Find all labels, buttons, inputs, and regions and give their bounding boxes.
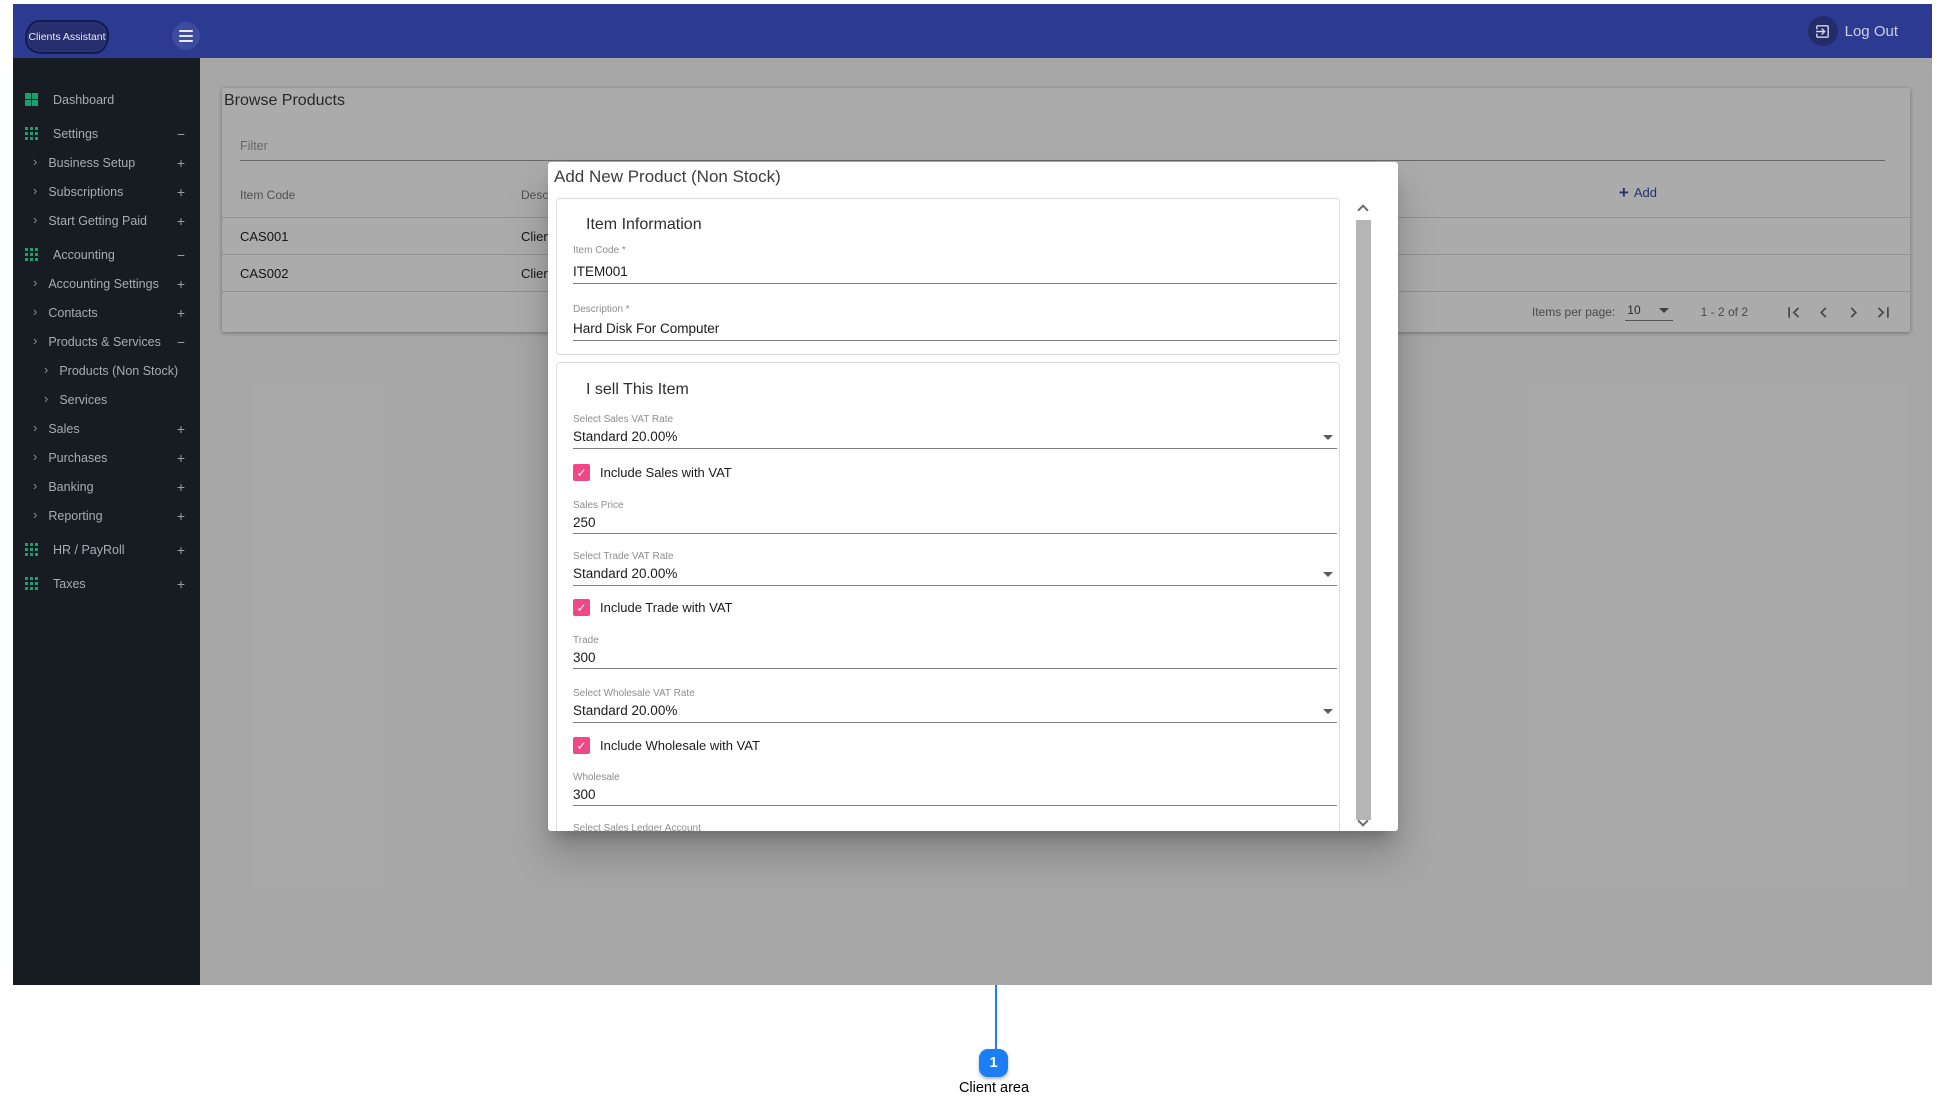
app-logo: Clients Assistant: [25, 20, 109, 54]
sidebar-item-contacts[interactable]: › Contacts +: [13, 298, 200, 327]
expand-icon[interactable]: +: [177, 577, 185, 591]
expand-icon[interactable]: +: [177, 156, 185, 170]
annotation-marker-1: 1: [979, 1049, 1008, 1077]
sidebar-nav: Dashboard Settings − › Business Setup + …: [13, 58, 200, 985]
logout-button[interactable]: Log Out: [1808, 16, 1898, 46]
scrollbar-thumb[interactable]: [1356, 220, 1371, 820]
expand-icon[interactable]: +: [177, 185, 185, 199]
caret-down-icon: [1323, 435, 1333, 440]
sidebar-item-business-setup[interactable]: › Business Setup +: [13, 148, 200, 177]
logout-label: Log Out: [1845, 23, 1898, 40]
expand-icon[interactable]: +: [177, 306, 185, 320]
collapse-icon[interactable]: −: [177, 127, 185, 141]
sales-ledger-account-label: Select Sales Ledger Account: [573, 823, 701, 831]
dashboard-icon: [25, 93, 38, 106]
sidebar-item-products-services[interactable]: › Products & Services −: [13, 327, 200, 356]
sidebar-item-sales[interactable]: › Sales +: [13, 414, 200, 443]
sidebar-item-accounting-settings[interactable]: › Accounting Settings +: [13, 269, 200, 298]
settings-grid-icon: [25, 127, 38, 140]
taxes-grid-icon: [25, 577, 38, 590]
sidebar-item-products-non-stock[interactable]: › Products (Non Stock): [13, 356, 200, 385]
expand-icon[interactable]: +: [177, 214, 185, 228]
i-sell-this-item-section: I sell This Item Select Sales VAT Rate S…: [556, 362, 1340, 831]
wholesale-vat-rate-select[interactable]: Standard 20.00%: [573, 703, 677, 718]
chevron-right-icon: ›: [44, 363, 48, 376]
sidebar-item-banking[interactable]: › Banking +: [13, 472, 200, 501]
chevron-right-icon: ›: [33, 479, 37, 492]
chevron-right-icon: ›: [44, 392, 48, 405]
sidebar-item-start-getting-paid[interactable]: › Start Getting Paid +: [13, 206, 200, 235]
sidebar-item-accounting[interactable]: Accounting −: [13, 240, 200, 269]
chevron-right-icon: ›: [33, 155, 37, 168]
accounting-grid-icon: [25, 248, 38, 261]
trade-vat-rate-select[interactable]: Standard 20.00%: [573, 566, 677, 581]
add-product-dialog: Add New Product (Non Stock) Item Informa…: [548, 162, 1398, 831]
description-label: Description *: [573, 304, 630, 315]
expand-icon[interactable]: +: [177, 422, 185, 436]
caret-down-icon: [1323, 572, 1333, 577]
sales-vat-rate-label: Select Sales VAT Rate: [573, 414, 673, 425]
hamburger-icon: [179, 30, 193, 32]
section-heading: I sell This Item: [586, 381, 689, 399]
sidebar-item-purchases[interactable]: › Purchases +: [13, 443, 200, 472]
chevron-right-icon: ›: [33, 305, 37, 318]
sidebar-item-settings[interactable]: Settings −: [13, 119, 200, 148]
chevron-right-icon: ›: [33, 276, 37, 289]
menu-toggle-button[interactable]: [172, 22, 200, 50]
sidebar-item-taxes[interactable]: Taxes +: [13, 569, 200, 598]
chevron-right-icon: ›: [33, 334, 37, 347]
sidebar-item-services[interactable]: › Services: [13, 385, 200, 414]
expand-icon[interactable]: +: [177, 480, 185, 494]
expand-icon[interactable]: +: [177, 451, 185, 465]
collapse-icon[interactable]: −: [177, 335, 185, 349]
annotation-label: Client area: [928, 1080, 1060, 1096]
wholesale-label: Wholesale: [573, 772, 620, 783]
logout-icon: [1808, 16, 1838, 46]
section-heading: Item Information: [586, 216, 702, 234]
chevron-right-icon: ›: [33, 450, 37, 463]
chevron-right-icon: ›: [33, 508, 37, 521]
chevron-right-icon: ›: [33, 421, 37, 434]
expand-icon[interactable]: +: [177, 509, 185, 523]
sales-vat-rate-select[interactable]: Standard 20.00%: [573, 429, 677, 444]
trade-label: Trade: [573, 635, 599, 646]
caret-down-icon: [1323, 709, 1333, 714]
sidebar-item-dashboard[interactable]: Dashboard: [13, 85, 200, 114]
annotation-connector-line: [995, 985, 997, 1050]
include-wholesale-with-vat-checkbox[interactable]: ✓ Include Wholesale with VAT: [573, 737, 760, 754]
item-code-label: Item Code *: [573, 245, 626, 256]
app-logo-text: Clients Assistant: [28, 32, 105, 43]
chevron-right-icon: ›: [33, 184, 37, 197]
description-input[interactable]: Hard Disk For Computer: [573, 321, 719, 336]
sales-price-label: Sales Price: [573, 500, 624, 511]
item-code-input[interactable]: ITEM001: [573, 264, 628, 279]
hr-payroll-grid-icon: [25, 543, 38, 556]
sidebar-item-reporting[interactable]: › Reporting +: [13, 501, 200, 530]
app-window: Clients Assistant Log Out Dashboard Sett…: [13, 4, 1932, 985]
checkbox-checked-icon: ✓: [573, 737, 590, 754]
trade-input[interactable]: 300: [573, 650, 596, 665]
trade-vat-rate-label: Select Trade VAT Rate: [573, 551, 674, 562]
checkbox-checked-icon: ✓: [573, 464, 590, 481]
expand-icon[interactable]: +: [177, 277, 185, 291]
sales-price-input[interactable]: 250: [573, 515, 596, 530]
item-information-section: Item Information Item Code * ITEM001 Des…: [556, 198, 1340, 355]
expand-icon[interactable]: +: [177, 543, 185, 557]
scroll-up-icon[interactable]: [1357, 204, 1368, 215]
include-sales-with-vat-checkbox[interactable]: ✓ Include Sales with VAT: [573, 464, 732, 481]
wholesale-input[interactable]: 300: [573, 787, 596, 802]
checkbox-checked-icon: ✓: [573, 599, 590, 616]
dialog-scrollbar[interactable]: [1352, 198, 1375, 831]
dialog-title: Add New Product (Non Stock): [554, 167, 781, 187]
chevron-right-icon: ›: [33, 213, 37, 226]
top-navbar: Clients Assistant Log Out: [13, 4, 1932, 58]
include-trade-with-vat-checkbox[interactable]: ✓ Include Trade with VAT: [573, 599, 732, 616]
collapse-icon[interactable]: −: [177, 248, 185, 262]
sidebar-item-hr-payroll[interactable]: HR / PayRoll +: [13, 535, 200, 564]
sidebar-item-subscriptions[interactable]: › Subscriptions +: [13, 177, 200, 206]
wholesale-vat-rate-label: Select Wholesale VAT Rate: [573, 688, 695, 699]
